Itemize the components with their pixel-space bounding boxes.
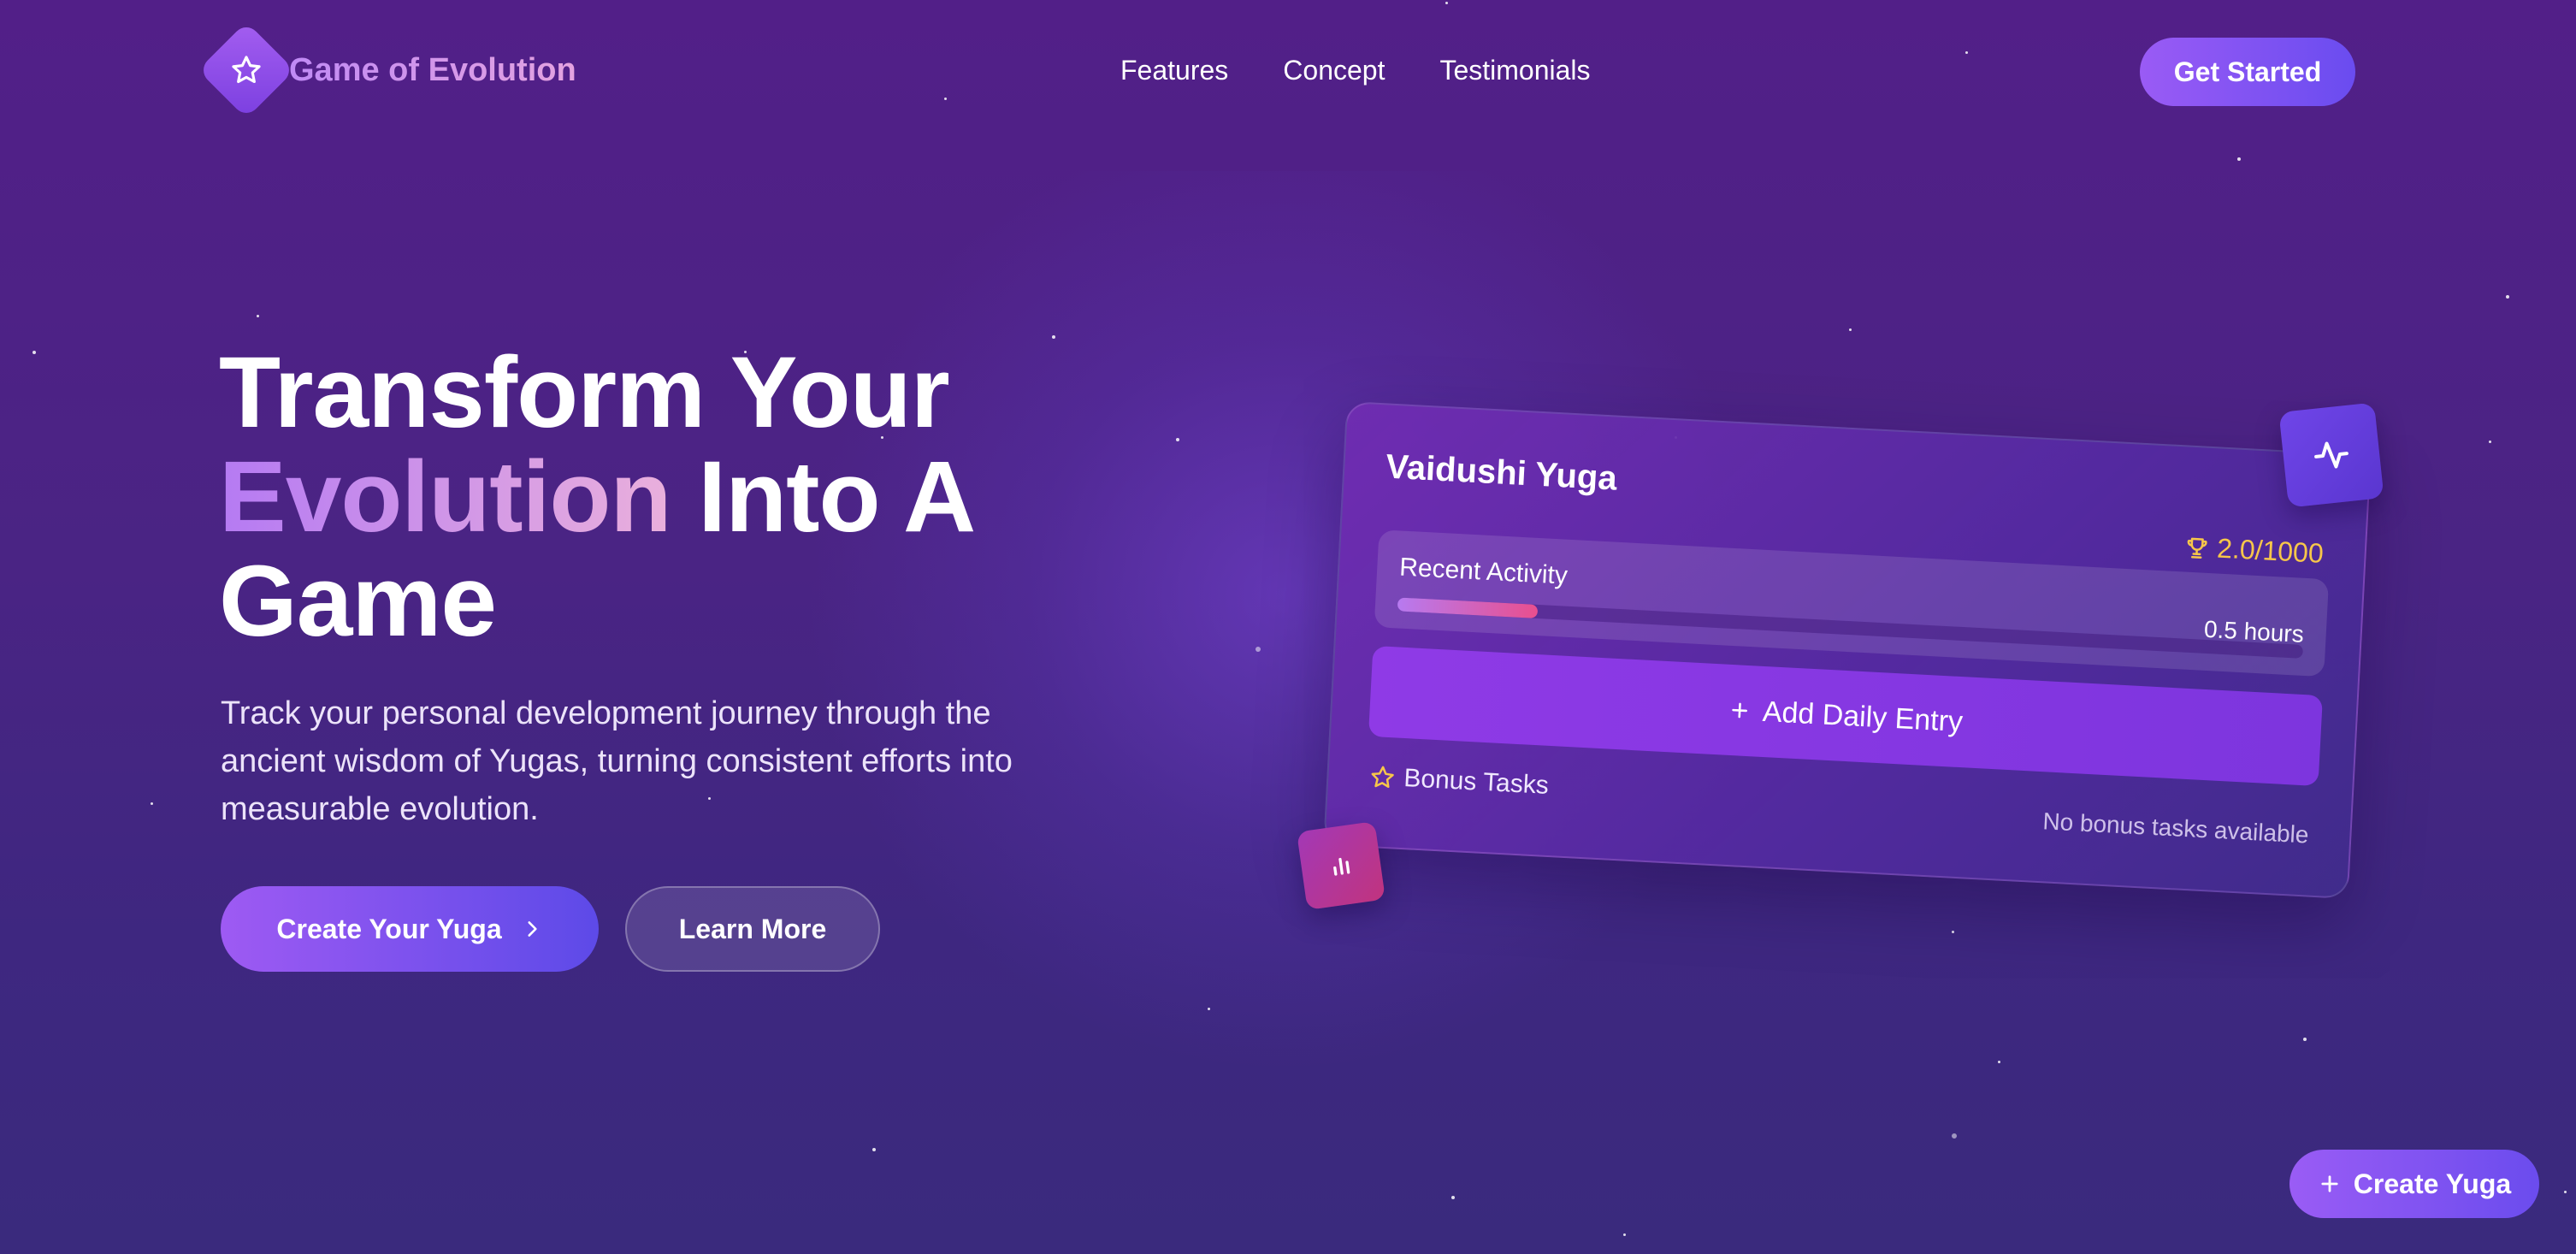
activity-progress-bar [1397,597,2304,659]
add-daily-entry-label: Add Daily Entry [1761,695,1964,738]
star [2564,1191,2567,1193]
hero-title-line3: Game [219,545,497,658]
nav-link-concept[interactable]: Concept [1283,55,1385,86]
yuga-card: Vaidushi Yuga 2.0/1000 Recent Activity 0… [1323,400,2372,900]
create-yuga-floating-button[interactable]: Create Yuga [2289,1150,2539,1218]
nav-link-features[interactable]: Features [1120,55,1228,86]
star [872,1148,876,1151]
activity-pulse-icon [2314,441,2349,469]
plus-icon [1732,702,1747,719]
nav-links: Features Concept Testimonials [1120,55,1591,86]
star [2506,295,2509,299]
star [257,315,259,317]
get-started-button[interactable]: Get Started [2140,38,2355,106]
star-outline-icon [1371,766,1394,789]
star [2237,157,2241,161]
hero-title-line2: Into A [671,441,976,553]
yuga-card-wrapper: Vaidushi Yuga 2.0/1000 Recent Activity 0… [1323,400,2372,900]
chevron-right-icon [528,921,537,937]
star [32,351,36,354]
star [1623,1233,1626,1236]
plus-icon [2321,1175,2338,1192]
star [1256,647,1261,652]
star [1176,438,1179,441]
activity-tile [2278,402,2384,508]
learn-more-button[interactable]: Learn More [625,886,880,972]
star [1952,931,1954,933]
star [2303,1038,2307,1041]
star [1451,1196,1455,1199]
hero-description: Track your personal development journey … [221,695,1013,827]
bar-chart-icon [1333,857,1350,876]
hero-title-highlight: Evolution [219,441,672,553]
star [1849,328,1852,331]
create-yuga-label: Create Yuga [2353,1168,2512,1199]
yuga-score-value: 2.0/1000 [2216,532,2325,569]
yuga-card-title: Vaidushi Yuga [1385,447,1618,498]
recent-activity-label: Recent Activity [1398,553,1569,590]
star-icon [198,21,295,119]
top-nav: Game of Evolution Features Concept Testi… [0,0,2576,145]
yuga-score: 2.0/1000 [2183,530,2325,569]
bonus-tasks-heading: Bonus Tasks [1369,762,1550,801]
hero-title: Transform Your Evolution Into A Game [219,340,976,654]
star [151,802,153,805]
brand-name: Game of Evolution [289,51,576,88]
create-your-yuga-button[interactable]: Create Your Yuga [221,886,599,972]
star [1952,1133,1957,1139]
nav-link-testimonials[interactable]: Testimonials [1439,55,1590,86]
trophy-icon [2188,537,2208,559]
bonus-tasks-empty-text: No bonus tasks available [2041,807,2310,849]
bonus-tasks-label: Bonus Tasks [1403,764,1550,800]
create-your-yuga-label: Create Your Yuga [276,913,502,944]
star [1208,1008,1210,1010]
brand-logo[interactable]: Game of Evolution [198,21,576,119]
stats-tile [1297,821,1385,910]
activity-progress-fill [1397,597,1539,618]
star [2489,441,2491,443]
star [1052,335,1055,339]
hero-title-line1: Transform Your [219,336,950,449]
star [1998,1061,2000,1063]
